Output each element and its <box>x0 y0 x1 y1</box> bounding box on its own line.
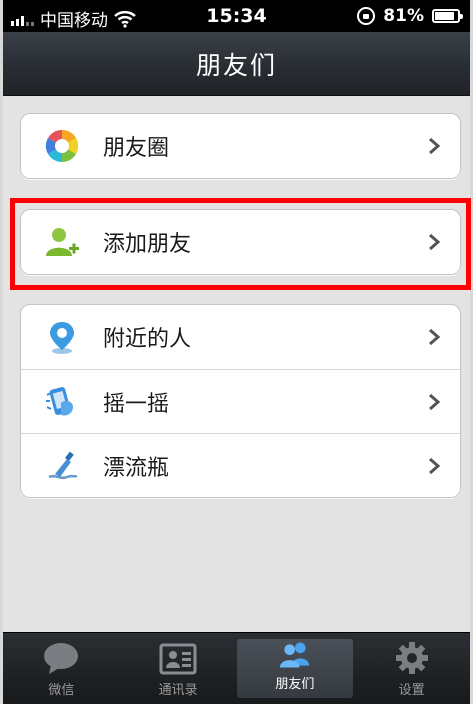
nav-bar: 朋友们 <box>3 32 470 96</box>
menu-item-nearby[interactable]: 附近的人 <box>21 305 460 369</box>
tab-friends[interactable]: 朋友们 <box>236 639 354 698</box>
chevron-right-icon <box>429 137 441 155</box>
location-pin-icon <box>50 322 74 354</box>
tab-label: 微信 <box>48 683 75 698</box>
friends-menu: 朋友圈 添加朋友 附近的人 摇一摇 漂流瓶 <box>3 96 470 632</box>
menu-item-label: 朋友圈 <box>103 136 170 161</box>
battery-icon <box>432 9 463 23</box>
group-discover: 附近的人 摇一摇 漂流瓶 <box>20 304 461 498</box>
gear-icon <box>395 642 428 674</box>
status-right: 81% <box>357 6 463 26</box>
tab-bar: 微信 通讯录 朋友们 设置 <box>3 632 470 704</box>
chevron-right-icon <box>429 393 441 410</box>
battery-percent: 81% <box>383 6 424 26</box>
highlight-box <box>10 198 471 290</box>
page-title: 朋友们 <box>195 50 277 80</box>
status-bar: 中国移动 15:34 81% <box>3 0 470 32</box>
friends-icon <box>279 642 310 668</box>
phone-screen: 中国移动 15:34 81% 朋友们 朋友圈 添加朋友 附近的人 摇一摇 漂流瓶… <box>0 0 473 704</box>
menu-item-label: 漂流瓶 <box>103 455 170 481</box>
tab-label: 朋友们 <box>275 677 315 692</box>
chat-bubble-icon <box>44 643 79 674</box>
chevron-right-icon <box>429 457 441 474</box>
tab-chats[interactable]: 微信 <box>3 633 120 704</box>
group-moments: 朋友圈 <box>20 113 461 179</box>
moments-icon <box>45 129 79 163</box>
chevron-right-icon <box>429 328 441 346</box>
tab-label: 通讯录 <box>158 683 198 698</box>
tab-settings[interactable]: 设置 <box>353 633 470 704</box>
menu-item-shake[interactable]: 摇一摇 <box>21 369 460 433</box>
contacts-card-icon <box>159 643 197 675</box>
menu-item-label: 附近的人 <box>103 327 192 352</box>
menu-item-label: 摇一摇 <box>103 391 170 417</box>
rotation-lock-icon <box>357 7 376 25</box>
tab-label: 设置 <box>398 683 425 698</box>
tab-contacts[interactable]: 通讯录 <box>120 633 237 704</box>
shake-phone-icon <box>46 386 73 416</box>
menu-item-drift-bottle[interactable]: 漂流瓶 <box>21 433 460 497</box>
menu-item-moments[interactable]: 朋友圈 <box>21 114 460 178</box>
bottle-icon <box>48 451 78 479</box>
